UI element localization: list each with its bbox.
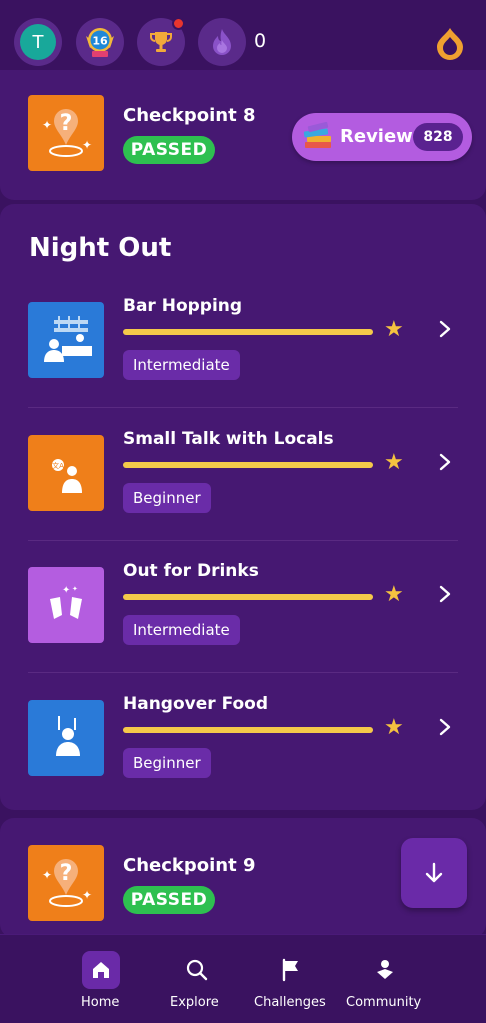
section-title: Night Out <box>29 233 172 263</box>
nav-label: Challenges <box>254 995 326 1010</box>
checkpoint-icon: ? ✦ ✦ <box>28 95 104 171</box>
scroll-down-button[interactable] <box>401 838 467 908</box>
streak-count: 0 <box>254 30 267 52</box>
svg-text:✦: ✦ <box>82 138 92 152</box>
flag-icon <box>272 951 310 989</box>
checkpoint-title: Checkpoint 9 <box>123 855 256 876</box>
bottom-nav: Home Explore Challenges Community <box>0 934 486 1023</box>
lesson-row-small-talk[interactable]: 文A Small Talk with Locals ★ Beginner <box>0 408 486 540</box>
arrow-down-icon <box>425 862 443 883</box>
lesson-title: Small Talk with Locals <box>123 429 334 449</box>
drinks-icon: ✦ ✦ <box>28 567 104 643</box>
review-count-badge: 828 <box>413 123 463 151</box>
flame-icon <box>213 29 231 55</box>
nav-home[interactable]: Home <box>78 935 124 1023</box>
nav-community[interactable]: Community <box>344 935 428 1023</box>
streak-button[interactable] <box>198 18 246 66</box>
nav-label: Explore <box>170 995 219 1010</box>
notification-dot <box>172 17 185 30</box>
level-badge-number: 16 <box>92 35 108 48</box>
star-icon: ★ <box>384 317 404 342</box>
passed-badge: PASSED <box>123 886 215 914</box>
lesson-level-badge: Beginner <box>123 748 211 778</box>
books-icon <box>303 122 331 148</box>
bar-hopping-icon <box>28 302 104 378</box>
trophy-icon <box>150 32 172 52</box>
community-icon <box>366 951 404 989</box>
lesson-progress-bar <box>123 462 373 468</box>
svg-text:文A: 文A <box>52 461 64 470</box>
review-label: Review <box>340 126 413 147</box>
lesson-row-out-for-drinks[interactable]: ✦ ✦ Out for Drinks ★ Intermediate <box>0 540 486 672</box>
lesson-progress-bar <box>123 329 373 335</box>
svg-text:✦: ✦ <box>42 118 52 132</box>
hangover-food-icon <box>28 700 104 776</box>
search-icon <box>178 951 216 989</box>
home-icon <box>82 951 120 989</box>
chevron-right-icon <box>439 718 451 736</box>
lesson-progress-bar <box>123 727 373 733</box>
nav-challenges[interactable]: Challenges <box>252 935 332 1023</box>
star-icon: ★ <box>384 715 404 740</box>
review-button[interactable]: Review 828 <box>292 113 472 161</box>
svg-text:?: ? <box>60 111 73 136</box>
lesson-row-bar-hopping[interactable]: Bar Hopping ★ Intermediate <box>0 275 486 407</box>
svg-text:✦: ✦ <box>42 868 52 882</box>
lesson-row-hangover-food[interactable]: Hangover Food ★ Beginner <box>0 673 486 805</box>
checkpoint-title: Checkpoint 8 <box>123 105 256 126</box>
drop-icon <box>437 28 463 60</box>
svg-text:✦: ✦ <box>62 585 70 596</box>
svg-text:✦: ✦ <box>72 585 78 593</box>
trophy-button[interactable] <box>137 17 185 66</box>
chevron-right-icon <box>439 453 451 471</box>
passed-badge: PASSED <box>123 136 215 164</box>
star-icon: ★ <box>384 450 404 475</box>
checkpoint-icon: ? ✦ ✦ <box>28 845 104 921</box>
lesson-title: Hangover Food <box>123 694 269 714</box>
lesson-level-badge: Intermediate <box>123 615 240 645</box>
lesson-title: Out for Drinks <box>123 561 259 581</box>
lesson-progress-bar <box>123 594 373 600</box>
gems-button[interactable] <box>432 25 468 61</box>
svg-text:✦: ✦ <box>82 888 92 902</box>
nav-explore[interactable]: Explore <box>168 935 224 1023</box>
chevron-right-icon <box>439 320 451 338</box>
nav-label: Community <box>346 995 422 1010</box>
star-icon: ★ <box>384 582 404 607</box>
chevron-right-icon <box>439 585 451 603</box>
profile-avatar[interactable]: T <box>14 18 62 66</box>
lesson-level-badge: Beginner <box>123 483 211 513</box>
small-talk-icon: 文A <box>28 435 104 511</box>
avatar-letter: T <box>20 24 56 60</box>
svg-text:?: ? <box>60 861 73 886</box>
lesson-title: Bar Hopping <box>123 296 243 316</box>
lesson-level-badge: Intermediate <box>123 350 240 380</box>
level-badge-button[interactable]: 16 <box>76 18 124 66</box>
nav-label: Home <box>81 995 120 1010</box>
level-badge-icon: 16 <box>86 28 114 57</box>
